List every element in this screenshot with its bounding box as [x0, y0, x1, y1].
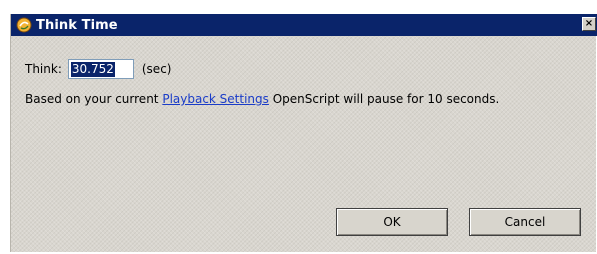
- think-time-dialog: Think Time × Think: 30.752 (sec) Based o…: [10, 14, 597, 252]
- think-time-value: 30.752: [70, 61, 115, 77]
- ok-button[interactable]: OK: [336, 208, 448, 236]
- dialog-titlebar[interactable]: Think Time ×: [11, 14, 597, 36]
- think-time-row: Think: 30.752 (sec): [25, 59, 171, 79]
- cancel-button[interactable]: Cancel: [469, 208, 581, 236]
- info-prefix: Based on your current: [25, 92, 163, 106]
- playback-settings-link[interactable]: Playback Settings: [162, 92, 269, 106]
- openscript-app-icon: [15, 16, 33, 34]
- dialog-title: Think Time: [36, 17, 118, 33]
- info-suffix: OpenScript will pause for 10 seconds.: [268, 92, 500, 106]
- think-label: Think:: [25, 62, 62, 76]
- seconds-unit-label: (sec): [141, 62, 172, 76]
- close-button[interactable]: ×: [582, 17, 596, 31]
- pause-info-text: Based on your current Playback Settings …: [25, 92, 499, 106]
- think-time-input[interactable]: 30.752: [67, 59, 134, 79]
